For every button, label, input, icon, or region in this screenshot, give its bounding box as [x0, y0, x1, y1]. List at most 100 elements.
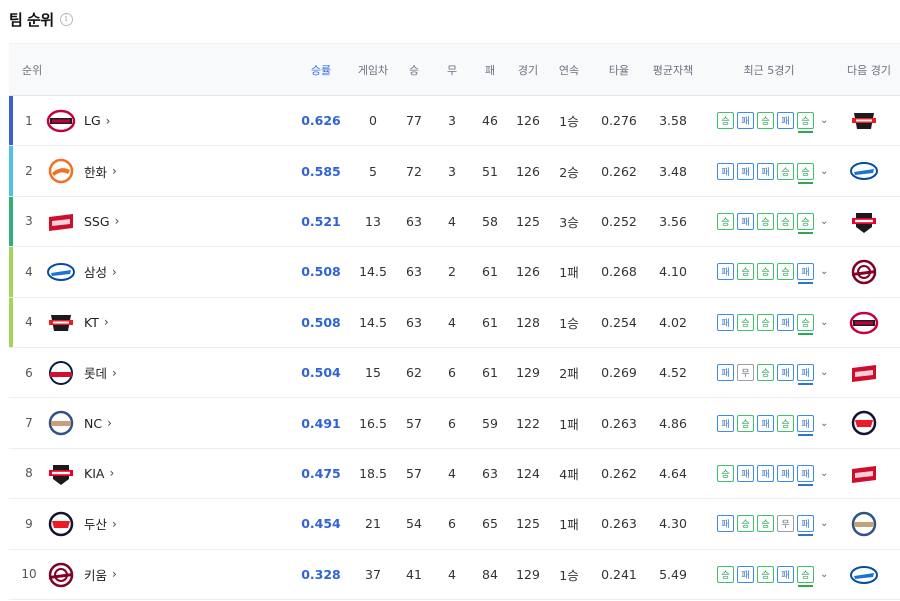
result-badge: 승: [717, 464, 734, 482]
table-row[interactable]: 6 롯데 › 0.504 15 62 6 61 129 2패 0.269 4.52 패 무 승 패 패 ⌄: [9, 348, 900, 399]
next-game-dinos-logo-icon[interactable]: [849, 510, 879, 538]
table-row[interactable]: 4 KT › 0.508 14.5 63 4 61 128 1승 0.254 4.02 패 승 승 패 승 ⌄: [9, 297, 900, 348]
chevron-down-icon[interactable]: ⌄: [820, 468, 828, 479]
team-link[interactable]: NC ›: [84, 398, 112, 447]
avg-cell: 0.254: [601, 314, 637, 330]
l-cell: 63: [482, 465, 498, 481]
team-link[interactable]: 한화 ›: [84, 146, 117, 195]
table-row[interactable]: 7 NC › 0.491 16.5 57 6 59 122 1패 0.263 4.86 패 승 패 승 패 ⌄: [9, 398, 900, 449]
col-era[interactable]: 평균자책: [646, 44, 700, 96]
chevron-right-icon: ›: [103, 315, 109, 330]
table-row[interactable]: 3 SSG › 0.521 13 63 4 58 125 3승 0.252 3.56 승 패 승 승 승 ⌄: [9, 196, 900, 248]
result-badge: 승: [797, 112, 814, 134]
team-link[interactable]: 삼성 ›: [84, 247, 117, 296]
chevron-down-icon[interactable]: ⌄: [820, 518, 828, 529]
team-name: KT: [84, 314, 99, 330]
w-cell: 77: [406, 113, 422, 129]
result-badge: 패: [777, 364, 794, 382]
chevron-down-icon[interactable]: ⌄: [820, 367, 828, 378]
next-game-landers-logo-icon[interactable]: [849, 460, 879, 488]
next-game-ktwiz-logo-icon[interactable]: [849, 107, 879, 135]
table-row[interactable]: 8 KIA › 0.475 18.5 57 4 63 124 4패 0.262 4.64 승 패 패 패 패 ⌄: [9, 449, 900, 500]
rank-cell: 3: [25, 214, 33, 229]
team-link[interactable]: 두산 ›: [84, 499, 117, 548]
col-g[interactable]: 경기: [511, 44, 545, 96]
chevron-down-icon[interactable]: ⌄: [820, 216, 828, 227]
g-cell: 128: [516, 314, 540, 330]
w-cell: 57: [406, 415, 422, 431]
g-cell: 126: [516, 264, 540, 280]
table-row[interactable]: 9 두산 › 0.454 21 54 6 65 125 1패 0.263 4.30 패 승 승 무 패 ⌄: [9, 499, 900, 550]
result-badge: 승: [757, 112, 774, 130]
next-game-heroes-logo-icon[interactable]: [849, 258, 879, 286]
table-row[interactable]: 1 LG › 0.626 0 77 3 46 126 1승 0.276 3.58 승 패 승 패 승 ⌄: [9, 96, 900, 147]
table-row[interactable]: 2 한화 › 0.585 5 72 3 51 126 2승 0.262 3.48 패 패 패 승 승 ⌄: [9, 146, 900, 197]
result-badge: 무: [777, 515, 794, 533]
streak-cell: 1승: [559, 567, 579, 583]
team-name: LG: [84, 113, 101, 129]
era-cell: 4.02: [659, 314, 687, 330]
avg-cell: 0.263: [601, 516, 637, 532]
avg-cell: 0.241: [601, 566, 637, 582]
result-badge: 승: [797, 212, 814, 234]
col-rank: 순위: [22, 64, 43, 77]
era-cell: 3.48: [659, 163, 687, 179]
chevron-right-icon: ›: [112, 164, 117, 179]
col-w[interactable]: 승: [404, 44, 424, 96]
result-badge: 패: [737, 565, 754, 583]
col-next: 다음 경기: [847, 64, 891, 77]
next-game-lions-logo-icon[interactable]: [849, 157, 879, 185]
result-badge: 승: [757, 565, 774, 583]
chevron-down-icon[interactable]: ⌄: [820, 166, 828, 177]
d-cell: 4: [448, 314, 456, 330]
avg-cell: 0.262: [601, 163, 637, 179]
chevron-down-icon[interactable]: ⌄: [820, 317, 828, 328]
table-row[interactable]: 4 삼성 › 0.508 14.5 63 2 61 126 1패 0.268 4.10 패 승 승 승 패 ⌄: [9, 247, 900, 298]
streak-cell: 3승: [559, 214, 579, 230]
l-cell: 61: [482, 365, 498, 381]
table-body: 1 LG › 0.626 0 77 3 46 126 1승 0.276 3.58 승 패 승 패 승 ⌄ 2 한화 › 0…: [9, 96, 900, 600]
g-cell: 125: [516, 516, 540, 532]
team-link[interactable]: KIA ›: [84, 449, 114, 498]
next-game-lions-logo-icon[interactable]: [849, 561, 879, 589]
l-cell: 84: [482, 566, 498, 582]
chevron-down-icon[interactable]: ⌄: [820, 266, 828, 277]
next-game-tigers-logo-icon[interactable]: [849, 208, 879, 236]
info-icon[interactable]: i: [59, 12, 73, 26]
next-game-bears-logo-icon[interactable]: [849, 409, 879, 437]
g-cell: 125: [516, 213, 540, 229]
w-cell: 63: [406, 213, 422, 229]
next-game-landers-logo-icon[interactable]: [849, 359, 879, 387]
team-link[interactable]: LG ›: [84, 96, 110, 145]
team-link[interactable]: 롯데 ›: [84, 348, 117, 397]
result-badge: 승: [797, 565, 814, 587]
g-cell: 124: [516, 465, 540, 481]
pct-cell: 0.454: [301, 516, 341, 532]
col-avg[interactable]: 타율: [601, 44, 637, 96]
team-link[interactable]: SSG ›: [84, 197, 119, 246]
chevron-down-icon[interactable]: ⌄: [820, 418, 828, 429]
recent-results: 패 승 패 승 패 ⌄: [717, 398, 828, 447]
table-row[interactable]: 10 키움 › 0.328 37 41 4 84 129 1승 0.241 5.49 승 패 승 패 승 ⌄: [9, 550, 900, 600]
team-name: NC: [84, 415, 103, 431]
team-link[interactable]: 키움 ›: [84, 550, 117, 599]
result-badge: 승: [777, 212, 794, 230]
next-game-twins-logo-icon[interactable]: [849, 309, 879, 337]
lions-logo-icon: [47, 263, 75, 282]
g-cell: 129: [516, 566, 540, 582]
team-link[interactable]: KT ›: [84, 298, 109, 347]
team-name: 롯데: [84, 366, 108, 382]
g-cell: 129: [516, 365, 540, 381]
heroes-logo-icon: [48, 562, 74, 587]
result-badge: 패: [737, 212, 754, 230]
col-gb[interactable]: 게임차: [353, 44, 393, 96]
chevron-down-icon[interactable]: ⌄: [820, 569, 828, 580]
pct-cell: 0.475: [301, 465, 341, 481]
col-pct[interactable]: 승률: [301, 44, 341, 96]
chevron-down-icon[interactable]: ⌄: [820, 115, 828, 126]
w-cell: 41: [406, 566, 422, 582]
team-name: 삼성: [84, 265, 108, 281]
col-streak[interactable]: 연속: [552, 44, 586, 96]
col-l[interactable]: 패: [480, 44, 500, 96]
col-d[interactable]: 무: [442, 44, 462, 96]
